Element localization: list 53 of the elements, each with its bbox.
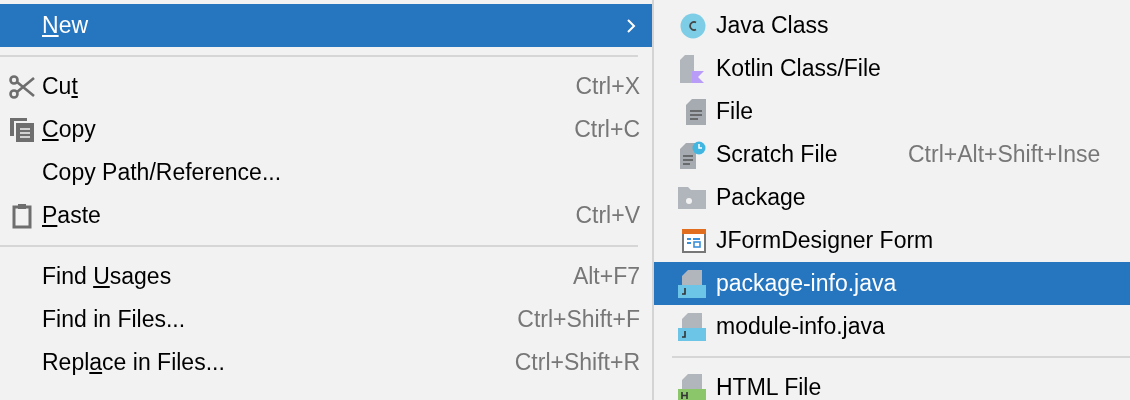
menu-item-label: Find in Files... bbox=[42, 306, 186, 333]
shortcut-label: Ctrl+V bbox=[575, 202, 641, 229]
menu-item-label: HTML File bbox=[716, 374, 822, 400]
menu-item-label: Scratch File bbox=[716, 141, 838, 168]
menu-item[interactable]: New bbox=[0, 4, 652, 47]
menu-item-label: JFormDesigner Form bbox=[716, 227, 934, 254]
menu-item[interactable]: HTML File bbox=[654, 366, 1130, 400]
menu-item[interactable]: Paste Ctrl+V bbox=[0, 194, 652, 237]
menu-item-label: New bbox=[42, 12, 89, 39]
shortcut-label: Ctrl+Alt+Shift+Inse bbox=[908, 141, 1101, 168]
menu-item[interactable]: module-info.java bbox=[654, 305, 1130, 348]
menu-item-label: Cut bbox=[42, 73, 78, 100]
menu-item-label: Java Class bbox=[716, 12, 829, 39]
menu-item[interactable]: Java Class bbox=[654, 4, 1130, 47]
java-file-icon bbox=[678, 312, 706, 341]
menu-item[interactable]: Package bbox=[654, 176, 1130, 219]
file-icon bbox=[686, 98, 706, 125]
menu-item[interactable]: package-info.java bbox=[654, 262, 1130, 305]
menu-item[interactable]: Find in Files... Ctrl+Shift+F bbox=[0, 298, 652, 341]
menu-item-label: Package bbox=[716, 184, 806, 211]
menu-item-label: module-info.java bbox=[716, 313, 885, 340]
menu-item-label: Find Usages bbox=[42, 263, 172, 290]
menu-item[interactable]: JFormDesigner Form bbox=[654, 219, 1130, 262]
clipboard-icon bbox=[12, 202, 32, 229]
menu-item-label: Copy bbox=[42, 116, 96, 143]
shortcut-label: Ctrl+Shift+F bbox=[517, 306, 641, 333]
menu-item[interactable]: Replace in Files... Ctrl+Shift+R bbox=[0, 341, 652, 384]
scissors-icon bbox=[8, 74, 36, 99]
menu-item-label: Copy Path/Reference... bbox=[42, 159, 282, 186]
kotlin-file-icon bbox=[680, 54, 706, 83]
html-file-icon bbox=[678, 373, 706, 400]
menu-item-label: Kotlin Class/File bbox=[716, 55, 881, 82]
menu-item[interactable]: Copy Ctrl+C bbox=[0, 108, 652, 151]
class-icon bbox=[680, 12, 706, 39]
menu-item-label: File bbox=[716, 98, 754, 125]
menu-item[interactable]: File bbox=[654, 90, 1130, 133]
menu-item-label: package-info.java bbox=[716, 270, 897, 297]
shortcut-label: Ctrl+Shift+R bbox=[514, 349, 641, 376]
java-file-icon bbox=[678, 269, 706, 298]
shortcut-label: Alt+F7 bbox=[572, 263, 641, 290]
menu-item-label: Replace in Files... bbox=[42, 349, 225, 376]
copy-icon bbox=[9, 116, 35, 143]
folder-icon bbox=[678, 186, 706, 209]
shortcut-label: Ctrl+X bbox=[575, 73, 641, 100]
shortcut-label: Ctrl+C bbox=[574, 116, 641, 143]
menu-item[interactable]: Cut Ctrl+X bbox=[0, 65, 652, 108]
menu-item[interactable]: Scratch File Ctrl+Alt+Shift+Inse bbox=[654, 133, 1130, 176]
menu-item-label: Paste bbox=[42, 202, 101, 229]
menu-item[interactable]: Kotlin Class/File bbox=[654, 47, 1130, 90]
menu-item[interactable]: Find Usages Alt+F7 bbox=[0, 255, 652, 298]
form-icon bbox=[682, 228, 706, 253]
scratch-file-icon bbox=[680, 140, 706, 169]
menu-item[interactable]: Copy Path/Reference... bbox=[0, 151, 652, 194]
